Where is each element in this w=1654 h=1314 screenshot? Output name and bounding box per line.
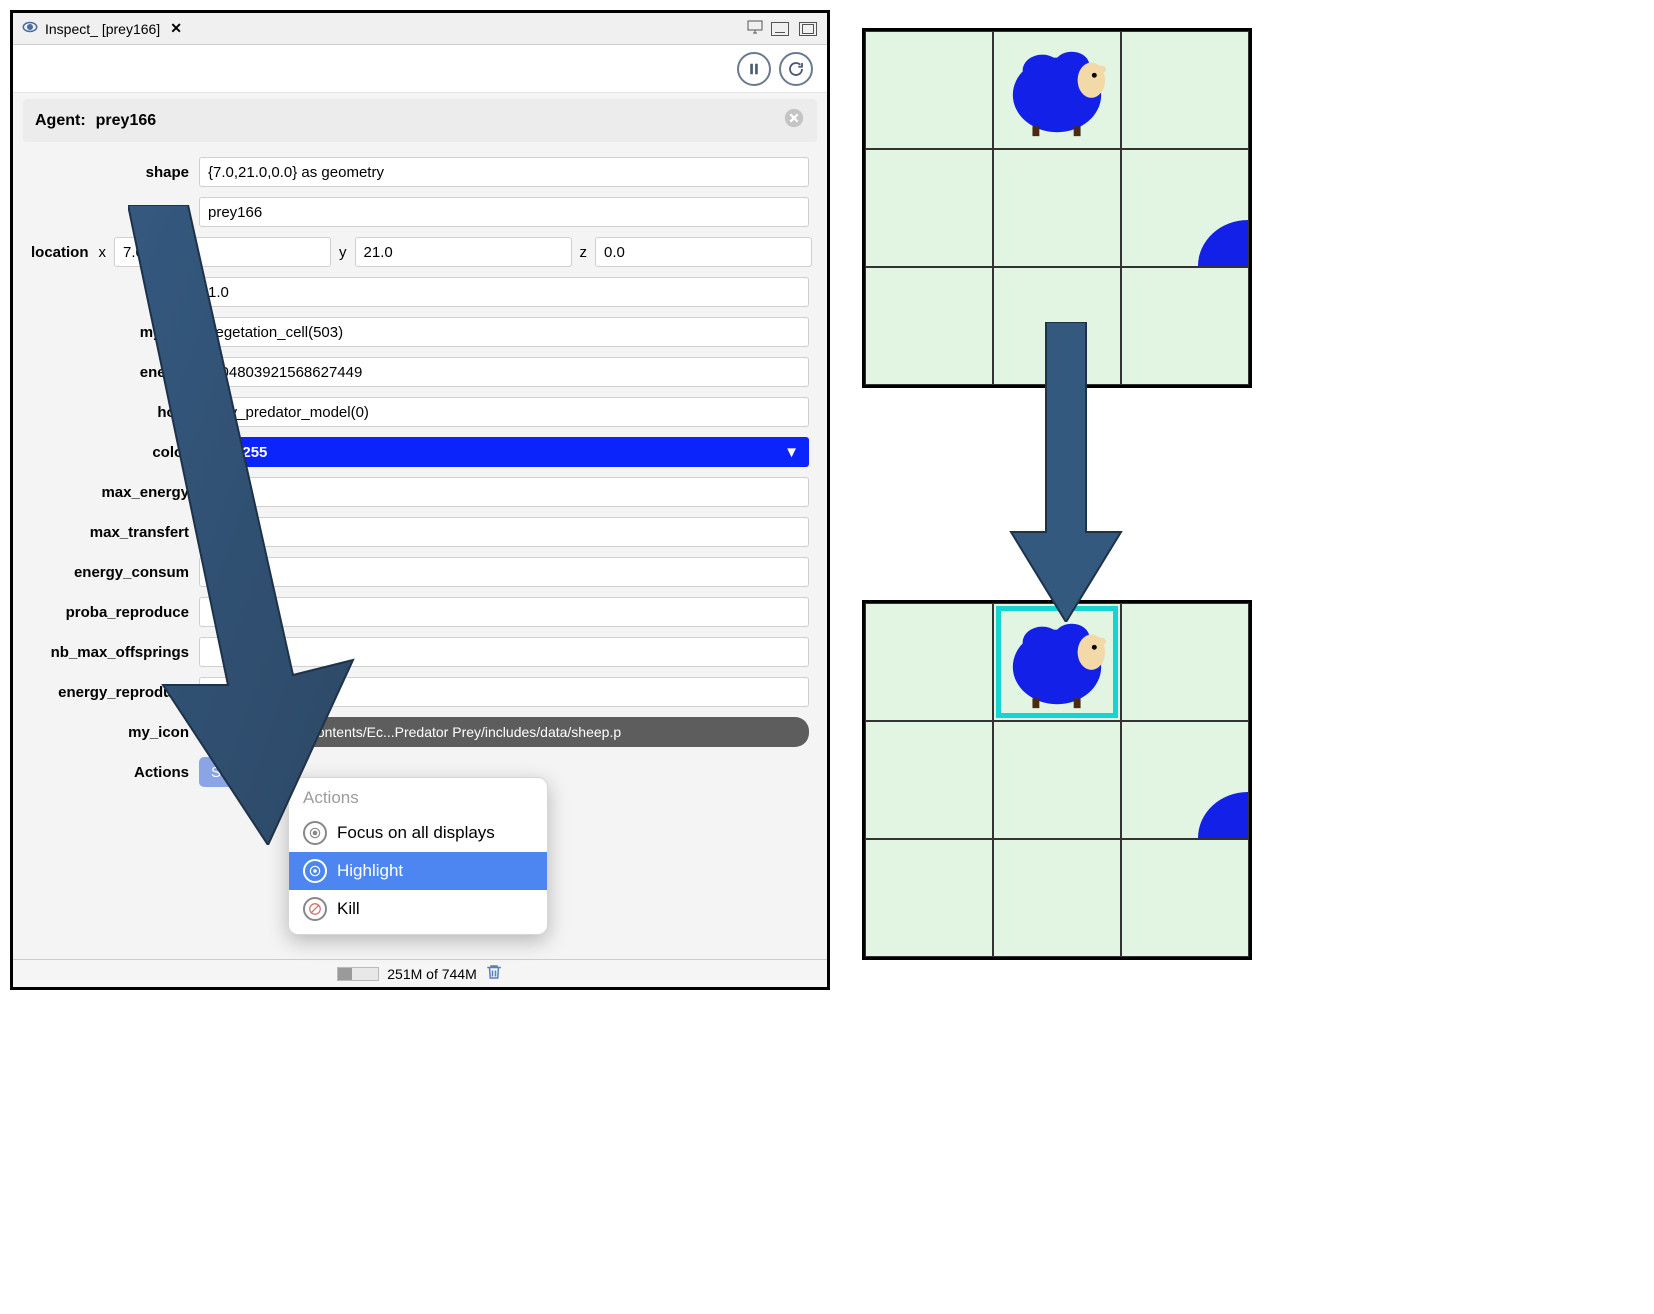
memory-gauge (337, 967, 379, 981)
prop-label-maxtransfert: max_transfert (31, 524, 189, 541)
grid-cell (1121, 31, 1249, 149)
grid-cell (865, 31, 993, 149)
grid-cell (1121, 839, 1249, 957)
window-titlebar: Inspect_ [prey166] ✕ (13, 13, 827, 45)
prop-input-host[interactable] (199, 397, 809, 427)
grid-cell-sheep-highlighted (993, 603, 1121, 721)
actions-dropdown: Actions Focus on all displays Highlight … (288, 777, 548, 935)
axis-y-label: y (339, 244, 347, 261)
grid-cell (993, 267, 1121, 385)
prop-label-size: size (31, 284, 189, 301)
refresh-button[interactable] (779, 52, 813, 86)
prop-label-actions: Actions (31, 764, 189, 781)
grid-cell (865, 267, 993, 385)
prop-input-name[interactable] (199, 197, 809, 227)
prop-label-probareproduce: proba_reproduce (31, 604, 189, 621)
tab-close-icon[interactable]: ✕ (170, 20, 182, 37)
eye-icon (21, 18, 39, 39)
prop-label-location: location (31, 244, 89, 261)
icon-path-text: /GAMA1.8.app/Contents/Ec...Predator Prey… (211, 724, 621, 740)
grid-cell (865, 721, 993, 839)
grid-cell (993, 721, 1121, 839)
prop-input-energyreproduce[interactable] (199, 677, 809, 707)
prop-input-nbmaxoffsprings[interactable] (199, 637, 809, 667)
agent-header: Agent: prey166 (23, 99, 817, 142)
location-x-input[interactable] (114, 237, 331, 267)
prop-input-energy[interactable] (199, 357, 809, 387)
dropdown-item-highlight[interactable]: Highlight (289, 852, 547, 890)
grid-cell (865, 839, 993, 957)
dropdown-item-kill[interactable]: Kill (289, 890, 547, 928)
prop-input-energyconsum[interactable] (199, 557, 809, 587)
prop-label-energyreproduce: energy_reproduce (31, 684, 189, 701)
prop-label-shape: shape (31, 164, 189, 181)
partial-sheep-icon (1198, 220, 1249, 267)
grid-cell (993, 839, 1121, 957)
prop-input-maxenergy[interactable] (199, 477, 809, 507)
prop-label-name: name (31, 204, 189, 221)
partial-sheep-icon (1198, 792, 1249, 839)
prop-input-size[interactable] (199, 277, 809, 307)
pause-button[interactable] (737, 52, 771, 86)
sheep-icon (998, 608, 1116, 716)
color-dropdown[interactable]: 0, 0, 255 ▼ (199, 437, 809, 467)
grid-cell-sheep (993, 31, 1121, 149)
simulation-grid-before (862, 28, 1252, 388)
prop-label-myicon: my_icon (31, 724, 189, 741)
prop-label-color: color (31, 444, 189, 461)
simulation-grid-after (862, 600, 1252, 960)
gc-trash-icon[interactable] (485, 963, 503, 984)
window-title: Inspect_ [prey166] (45, 21, 160, 37)
grid-cell (865, 603, 993, 721)
color-value: 0, 0, 255 (209, 444, 267, 461)
agent-label: Agent: (35, 112, 86, 130)
prop-label-host: host (31, 404, 189, 421)
status-bar: 251M of 744M (13, 959, 827, 987)
toolbar (13, 45, 827, 93)
prop-input-maxtransfert[interactable] (199, 517, 809, 547)
dropdown-header: Actions (289, 784, 547, 814)
grid-cell (1121, 721, 1249, 839)
prop-label-energyconsum: energy_consum (31, 564, 189, 581)
dropdown-item-label: Focus on all displays (337, 823, 495, 843)
memory-text: 251M of 744M (387, 966, 477, 982)
dropdown-item-label: Highlight (337, 861, 403, 881)
window-minimize-icon[interactable] (771, 22, 789, 36)
prop-input-mycell[interactable] (199, 317, 809, 347)
kill-icon (303, 897, 327, 921)
sheep-icon (998, 36, 1116, 144)
icon-path-display[interactable]: /GAMA1.8.app/Contents/Ec...Predator Prey… (199, 717, 809, 747)
axis-z-label: z (580, 244, 588, 261)
grid-cell (1121, 149, 1249, 267)
target-icon (303, 821, 327, 845)
prop-label-mycell: myCell (31, 324, 189, 341)
agent-name: prey166 (96, 112, 157, 130)
dropdown-item-focus[interactable]: Focus on all displays (289, 814, 547, 852)
prop-label-energy: energy (31, 364, 189, 381)
location-z-input[interactable] (595, 237, 812, 267)
grid-cell (1121, 603, 1249, 721)
inspector-window: Inspect_ [prey166] ✕ Agent: prey166 shap… (10, 10, 830, 990)
grid-cell (993, 149, 1121, 267)
prop-label-maxenergy: max_energy (31, 484, 189, 501)
location-y-input[interactable] (355, 237, 572, 267)
dropdown-item-label: Kill (337, 899, 360, 919)
actions-select-button[interactable]: Select (199, 757, 265, 787)
grid-cell (865, 149, 993, 267)
grid-cell (1121, 267, 1249, 385)
chevron-down-icon: ▼ (784, 444, 799, 461)
prop-label-nbmaxoffsprings: nb_max_offsprings (31, 644, 189, 661)
prop-input-shape[interactable] (199, 157, 809, 187)
axis-x-label: x (99, 244, 107, 261)
prop-input-probareproduce[interactable] (199, 597, 809, 627)
agent-close-icon[interactable] (783, 107, 805, 134)
window-present-icon[interactable] (747, 20, 763, 37)
highlight-icon (303, 859, 327, 883)
window-maximize-icon[interactable] (799, 22, 817, 36)
